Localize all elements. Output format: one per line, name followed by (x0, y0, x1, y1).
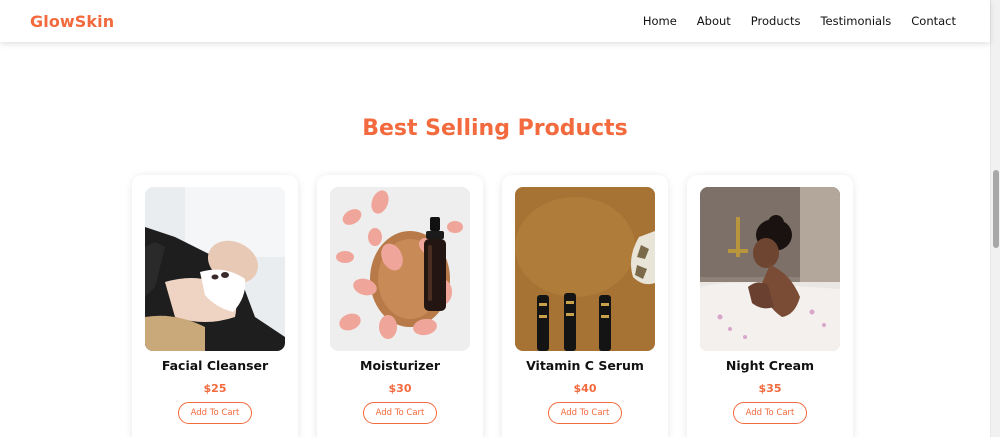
add-to-cart-button[interactable]: Add To Cart (733, 402, 807, 424)
nav-link-contact[interactable]: Contact (911, 14, 956, 28)
serum-droppers-photo (515, 187, 655, 351)
product-price: $30 (388, 382, 412, 395)
product-price: $35 (758, 382, 782, 395)
product-name: Vitamin C Serum (526, 358, 644, 373)
product-card: Night Cream $35 Add To Cart (687, 175, 853, 437)
page-scrollbar[interactable] (990, 0, 1000, 437)
nav-link-home[interactable]: Home (643, 14, 677, 28)
nav-link-products[interactable]: Products (751, 14, 801, 28)
section-title: Best Selling Products (362, 116, 628, 141)
nav-links: Home About Products Testimonials Contact (623, 14, 956, 28)
product-card: Vitamin C Serum $40 Add To Cart (502, 175, 668, 437)
add-to-cart-button[interactable]: Add To Cart (363, 402, 437, 424)
add-to-cart-button[interactable]: Add To Cart (548, 402, 622, 424)
woman-bathtub-photo (700, 187, 840, 351)
add-to-cart-button[interactable]: Add To Cart (178, 402, 252, 424)
navbar: GlowSkin Home About Products Testimonial… (0, 0, 990, 42)
serum-bottle-rose-petals-photo (330, 187, 470, 351)
product-grid: Facial Cleanser $25 Add To Cart Moisturi… (132, 175, 853, 437)
scrollbar-thumb[interactable] (993, 170, 999, 248)
product-name: Facial Cleanser (161, 358, 269, 373)
page: GlowSkin Home About Products Testimonial… (0, 0, 1000, 437)
product-name: Moisturizer (360, 358, 440, 373)
brand-logo[interactable]: GlowSkin (30, 12, 114, 31)
nav-link-testimonials[interactable]: Testimonials (820, 14, 891, 28)
product-price: $25 (203, 382, 227, 395)
woman-facial-cleansing-photo (145, 187, 285, 351)
facial-cleanser-image (145, 187, 285, 351)
product-card: Facial Cleanser $25 Add To Cart (132, 175, 298, 437)
product-card: Moisturizer $30 Add To Cart (317, 175, 483, 437)
product-name: Night Cream (725, 358, 815, 373)
nav-link-about[interactable]: About (697, 14, 731, 28)
night-cream-image (700, 187, 840, 351)
moisturizer-image (330, 187, 470, 351)
product-price: $40 (573, 382, 597, 395)
vitamin-c-serum-image (515, 187, 655, 351)
